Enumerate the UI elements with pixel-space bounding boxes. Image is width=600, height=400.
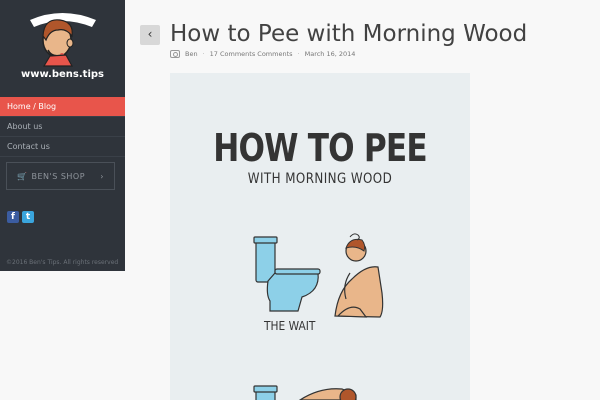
site-logo[interactable]: www.bens.tips [0,0,125,97]
main-nav: Home / Blog About us Contact us [0,97,125,157]
post-meta: Ben · 17 Comments Comments · March 16, 2… [170,50,355,58]
infographic-image: HOW TO PEE WITH MORNING WOOD THE WAIT [170,73,470,400]
the-wait-illustration [253,233,384,400]
cart-icon: 🛒 [17,172,28,181]
logo-url: www.bens.tips [20,69,104,80]
nav-item-home-blog[interactable]: Home / Blog [0,97,125,117]
post-author-link[interactable]: Ben [185,50,198,58]
nav-item-contact-us[interactable]: Contact us [0,137,125,157]
post-title: How to Pee with Morning Wood [170,21,528,47]
meta-separator: · [202,50,205,58]
facebook-icon[interactable]: f [7,211,19,223]
meta-separator: · [297,50,300,58]
shop-button[interactable]: 🛒 BEN'S SHOP › [6,162,115,190]
logo-mascot-icon [30,13,96,67]
sidebar: www.bens.tips Home / Blog About us Conta… [0,0,125,271]
copyright-text: ©2016 Ben's Tips. All rights reserved [6,259,119,266]
nav-item-about-us[interactable]: About us [0,117,125,137]
chevron-right-icon: › [100,172,104,181]
post-date: March 16, 2014 [304,50,356,58]
post-comments-link[interactable]: 17 Comments Comments [210,50,293,58]
camera-icon [170,50,180,58]
back-button[interactable]: ‹ [140,25,160,45]
chevron-left-icon: ‹ [147,27,153,41]
twitter-icon[interactable]: t [22,211,34,223]
shop-button-label: BEN'S SHOP [31,172,86,181]
step-label-the-wait: THE WAIT [264,318,316,333]
social-links: f t [7,211,34,223]
